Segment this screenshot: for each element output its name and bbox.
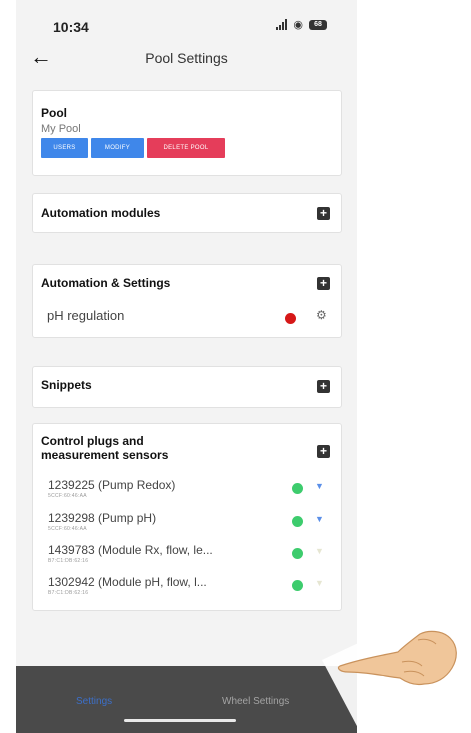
status-icons: ◉ 68 bbox=[276, 18, 327, 31]
pool-button-row: USERS MODIFY DELETE POOL bbox=[41, 138, 225, 158]
control-plugs-title-line1: Control plugs and bbox=[41, 434, 144, 448]
sensor-row[interactable]: 1439783 (Module Rx, flow, le... B7:C1:DB… bbox=[48, 541, 338, 571]
sensor-mac: B7:C1:DB:62:16 bbox=[48, 558, 89, 564]
sensor-mac: B7:C1:DB:62:16 bbox=[48, 590, 89, 596]
modify-button[interactable]: MODIFY bbox=[91, 138, 144, 158]
ph-regulation-label[interactable]: pH regulation bbox=[47, 308, 124, 323]
automation-settings-card: Automation & Settings + pH regulation ⚙ bbox=[32, 264, 342, 338]
pool-card-title: Pool bbox=[41, 106, 67, 120]
home-indicator bbox=[124, 719, 236, 722]
sensor-mac: 5CCF:60:46:AA bbox=[48, 526, 87, 532]
signal-icon bbox=[276, 19, 288, 30]
snippets-title: Snippets bbox=[41, 378, 92, 392]
tab-wheel-settings[interactable]: Wheel Settings bbox=[222, 696, 289, 707]
control-plugs-card: Control plugs and measurement sensors + … bbox=[32, 423, 342, 611]
status-bar: 10:34 ◉ 68 bbox=[16, 0, 357, 40]
sensor-label: 1239298 (Pump pH) bbox=[48, 511, 157, 525]
sensor-status-icon bbox=[292, 580, 303, 591]
add-automation-module-icon[interactable]: + bbox=[317, 207, 330, 220]
sensor-mac: 5CCF:60:46:AA bbox=[48, 493, 87, 499]
tab-bar: Settings Wheel Settings bbox=[16, 666, 357, 733]
wifi-icon: ▼ bbox=[315, 514, 324, 524]
control-plugs-title: Control plugs and measurement sensors bbox=[41, 434, 168, 462]
wifi-icon: ▼ bbox=[315, 546, 324, 556]
sensor-row[interactable]: 1302942 (Module pH, flow, l... B7:C1:DB:… bbox=[48, 573, 338, 603]
add-snippet-icon[interactable]: + bbox=[317, 380, 330, 393]
users-button[interactable]: USERS bbox=[41, 138, 88, 158]
sensor-row[interactable]: 1239298 (Pump pH) 5CCF:60:46:AA ▼ bbox=[48, 509, 338, 539]
automation-modules-card: Automation modules + bbox=[32, 193, 342, 233]
add-automation-setting-icon[interactable]: + bbox=[317, 277, 330, 290]
ph-regulation-status-icon bbox=[285, 313, 296, 324]
page-title: Pool Settings bbox=[145, 50, 228, 66]
tab-settings[interactable]: Settings bbox=[76, 696, 112, 707]
sensor-label: 1239225 (Pump Redox) bbox=[48, 478, 176, 492]
pool-name: My Pool bbox=[41, 123, 81, 135]
pool-card: Pool My Pool USERS MODIFY DELETE POOL bbox=[32, 90, 342, 176]
header: ← Pool Settings bbox=[16, 44, 357, 74]
sensor-label: 1302942 (Module pH, flow, l... bbox=[48, 575, 207, 589]
status-time: 10:34 bbox=[53, 19, 89, 35]
wifi-icon: ▼ bbox=[315, 481, 324, 491]
phone-screen: 10:34 ◉ 68 ← Pool Settings Pool My Pool … bbox=[16, 0, 357, 733]
gear-icon[interactable]: ⚙ bbox=[316, 308, 327, 322]
battery-icon: 68 bbox=[309, 19, 327, 30]
delete-pool-button[interactable]: DELETE POOL bbox=[147, 138, 225, 158]
automation-modules-title: Automation modules bbox=[41, 206, 161, 220]
add-control-plug-icon[interactable]: + bbox=[317, 445, 330, 458]
control-plugs-title-line2: measurement sensors bbox=[41, 448, 169, 462]
sensor-status-icon bbox=[292, 516, 303, 527]
sensor-label: 1439783 (Module Rx, flow, le... bbox=[48, 543, 213, 557]
sensor-row[interactable]: 1239225 (Pump Redox) 5CCF:60:46:AA ▼ bbox=[48, 476, 338, 506]
wifi-icon: ▼ bbox=[315, 578, 324, 588]
snippets-card: Snippets + bbox=[32, 366, 342, 408]
sensor-status-icon bbox=[292, 483, 303, 494]
pointing-hand-icon bbox=[322, 602, 468, 728]
wifi-icon: ◉ bbox=[293, 19, 303, 31]
sensor-status-icon bbox=[292, 548, 303, 559]
automation-settings-title: Automation & Settings bbox=[41, 276, 171, 290]
